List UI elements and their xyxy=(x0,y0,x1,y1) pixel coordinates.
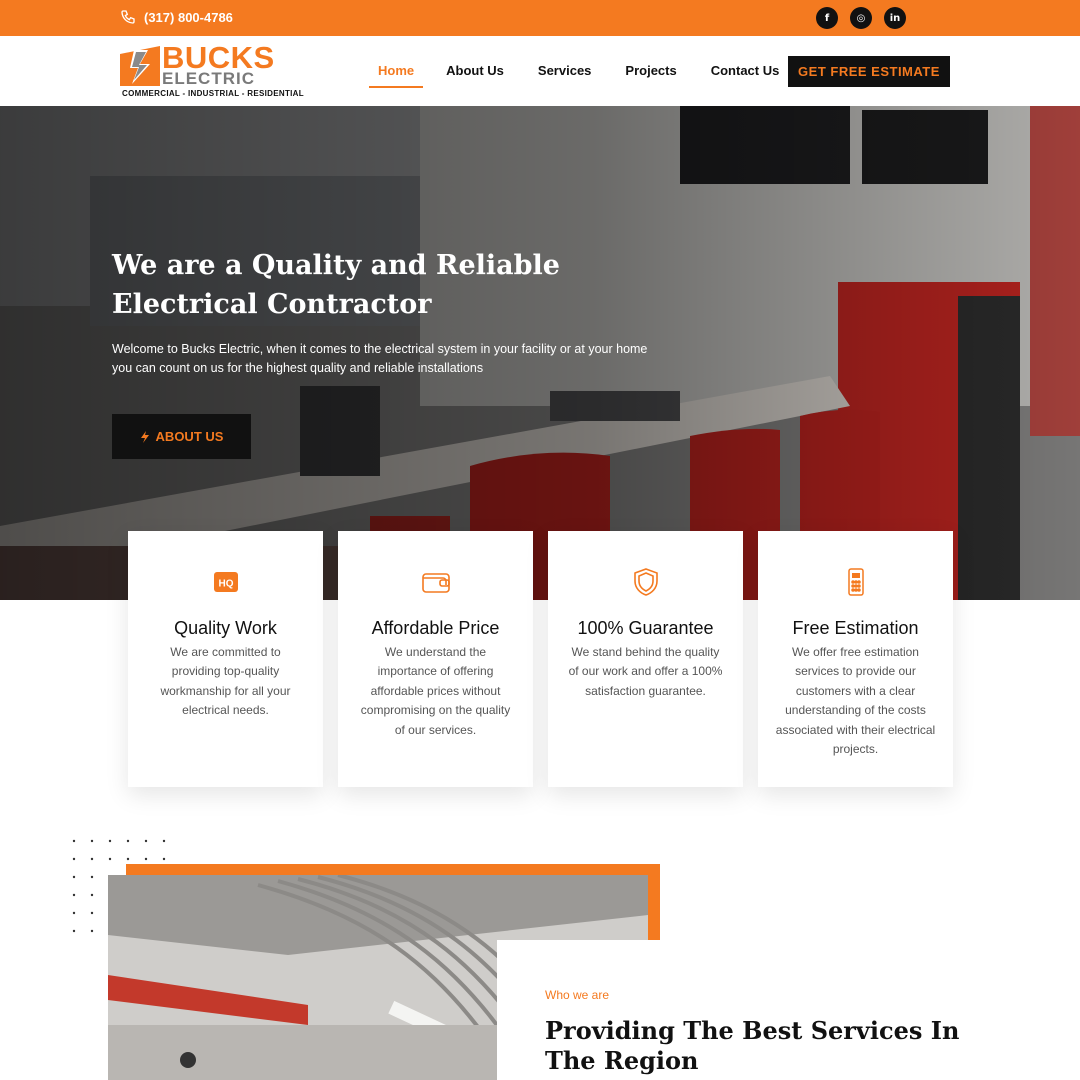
logo-subword: ELECTRIC xyxy=(162,69,255,88)
section-title: Providing The Best Services In The Regio… xyxy=(545,1016,960,1075)
logo-tagline: COMMERCIAL - INDUSTRIAL - RESIDENTIAL xyxy=(122,89,304,98)
about-us-button-label: ABOUT US xyxy=(155,429,224,444)
site-header: BUCKS ELECTRIC COMMERCIAL - INDUSTRIAL -… xyxy=(0,36,1080,106)
facebook-icon[interactable]: f xyxy=(816,7,838,29)
feature-card-price: Affordable Price We understand the impor… xyxy=(338,531,533,787)
phone-number[interactable]: (317) 800-4786 xyxy=(144,10,233,25)
nav-home[interactable]: Home xyxy=(369,36,424,106)
top-bar: (317) 800-4786 f ◎ in xyxy=(0,0,1080,36)
hero-section: We are a Quality and Reliable Electrical… xyxy=(0,106,1080,600)
feature-text: We offer free estimation services to pro… xyxy=(775,645,936,757)
nav-about-us[interactable]: About Us xyxy=(429,36,521,106)
linkedin-icon[interactable]: in xyxy=(884,7,906,29)
feature-text: We understand the importance of offering… xyxy=(360,645,511,737)
main-nav: Home About Us Services Projects Contact … xyxy=(369,36,796,106)
svg-text:HQ: HQ xyxy=(218,579,233,590)
social-links: f ◎ in xyxy=(816,7,906,29)
hero-lead: Welcome to Bucks Electric, when it comes… xyxy=(112,342,648,375)
feature-title: Affordable Price xyxy=(371,618,500,638)
feature-text: We stand behind the quality of our work … xyxy=(568,645,723,698)
nav-contact-us[interactable]: Contact Us xyxy=(694,36,797,106)
hero-title: We are a Quality and Reliable Electrical… xyxy=(112,250,560,320)
site-logo[interactable]: BUCKS ELECTRIC COMMERCIAL - INDUSTRIAL -… xyxy=(120,42,304,100)
instagram-icon[interactable]: ◎ xyxy=(850,7,872,29)
feature-title: Free Estimation xyxy=(792,618,919,638)
hq-badge-icon: HQ xyxy=(213,572,238,592)
wallet-icon xyxy=(421,573,450,593)
get-free-estimate-button[interactable]: GET FREE ESTIMATE xyxy=(788,56,950,87)
feature-card-guarantee: 100% Guarantee We stand behind the quali… xyxy=(548,531,743,787)
estimate-document-icon xyxy=(847,568,864,596)
nav-services[interactable]: Services xyxy=(521,36,609,106)
feature-cards: HQ Quality Work We are committed to prov… xyxy=(128,531,953,787)
about-us-button[interactable]: ABOUT US xyxy=(112,414,251,459)
phone-icon xyxy=(121,10,135,24)
lightning-logo-icon xyxy=(120,46,160,86)
feature-text: We are committed to providing top-qualit… xyxy=(160,645,291,718)
feature-card-quality: HQ Quality Work We are committed to prov… xyxy=(128,531,323,787)
phone-contact[interactable]: (317) 800-4786 xyxy=(120,9,233,25)
feature-title: Quality Work xyxy=(174,618,277,638)
shield-icon xyxy=(633,568,658,596)
lightning-icon xyxy=(140,430,149,443)
feature-title: 100% Guarantee xyxy=(577,618,714,638)
section-kicker: Who we are xyxy=(545,988,610,1002)
nav-projects[interactable]: Projects xyxy=(608,36,693,106)
feature-card-estimation: Free Estimation We offer free estimation… xyxy=(758,531,953,787)
